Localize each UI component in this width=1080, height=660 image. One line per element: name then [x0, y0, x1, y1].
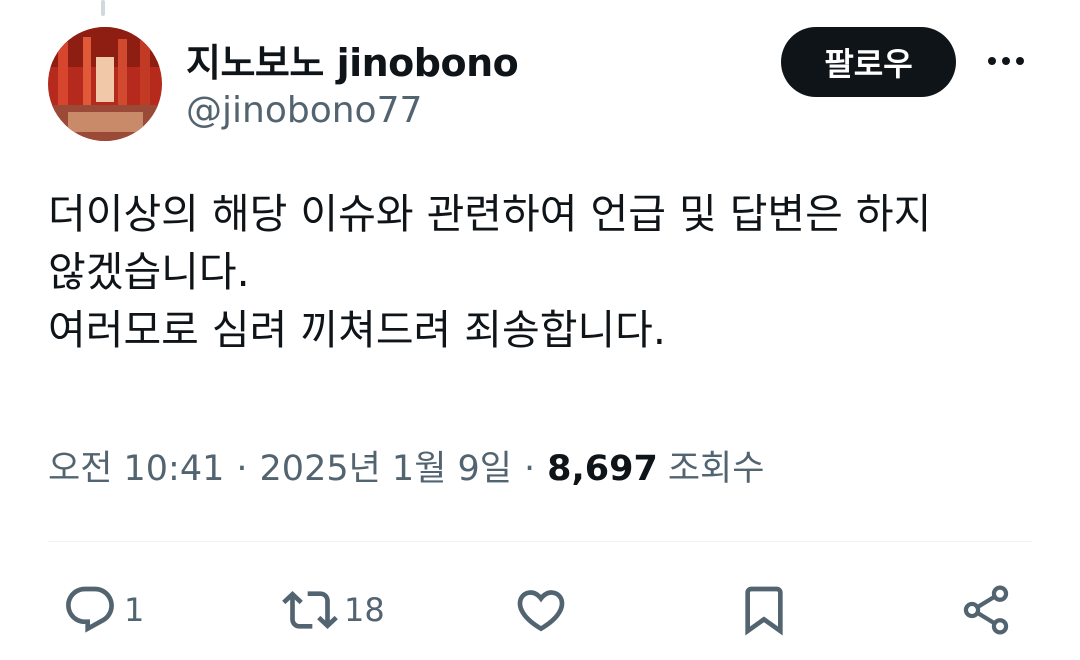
avatar[interactable]: [48, 27, 162, 141]
meta-separator: ·: [236, 449, 248, 489]
heart-icon: [517, 590, 565, 632]
share-icon: [963, 585, 1009, 635]
retweet-button[interactable]: 18: [282, 580, 385, 640]
like-button[interactable]: [513, 580, 569, 640]
tweet-date[interactable]: 2025년 1월 9일: [260, 440, 512, 491]
bookmark-button[interactable]: [736, 580, 792, 640]
tweet-line: 않겠습니다.: [48, 248, 250, 296]
follow-button[interactable]: 팔로우: [781, 27, 956, 97]
tweet-time[interactable]: 오전 10:41: [48, 440, 224, 491]
reply-icon: [66, 586, 114, 633]
more-dot: [1002, 57, 1010, 65]
retweet-count: 18: [344, 591, 385, 629]
thread-connector-line: [101, 0, 105, 16]
tweet-line: 더이상의 해당 이슈와 관련하여 언급 및 답변은 하지: [48, 190, 932, 238]
views-label[interactable]: 조회수: [668, 440, 765, 491]
views-count[interactable]: 8,697: [547, 449, 658, 489]
reply-button[interactable]: 1: [62, 580, 144, 640]
divider: [48, 541, 1032, 542]
avatar-image: [48, 27, 162, 141]
share-button[interactable]: [958, 580, 1014, 640]
tweet-line: 여러모로 심려 끼쳐드려 죄송합니다.: [48, 306, 666, 354]
tweet-text: 더이상의 해당 이슈와 관련하여 언급 및 답변은 하지 않겠습니다. 여러모로…: [48, 185, 1038, 359]
more-horizontal-icon[interactable]: [982, 46, 1030, 76]
more-dot: [1016, 57, 1024, 65]
more-dot: [988, 57, 996, 65]
handle[interactable]: @jinobono77: [186, 90, 422, 131]
reply-count: 1: [124, 591, 145, 629]
meta-separator: ·: [524, 449, 536, 489]
display-name[interactable]: 지노보노 jinobono: [186, 32, 519, 87]
retweet-icon: [282, 591, 338, 629]
tweet-meta: 오전 10:41 · 2025년 1월 9일 · 8,697 조회수: [48, 440, 764, 491]
bookmark-icon: [745, 586, 783, 636]
